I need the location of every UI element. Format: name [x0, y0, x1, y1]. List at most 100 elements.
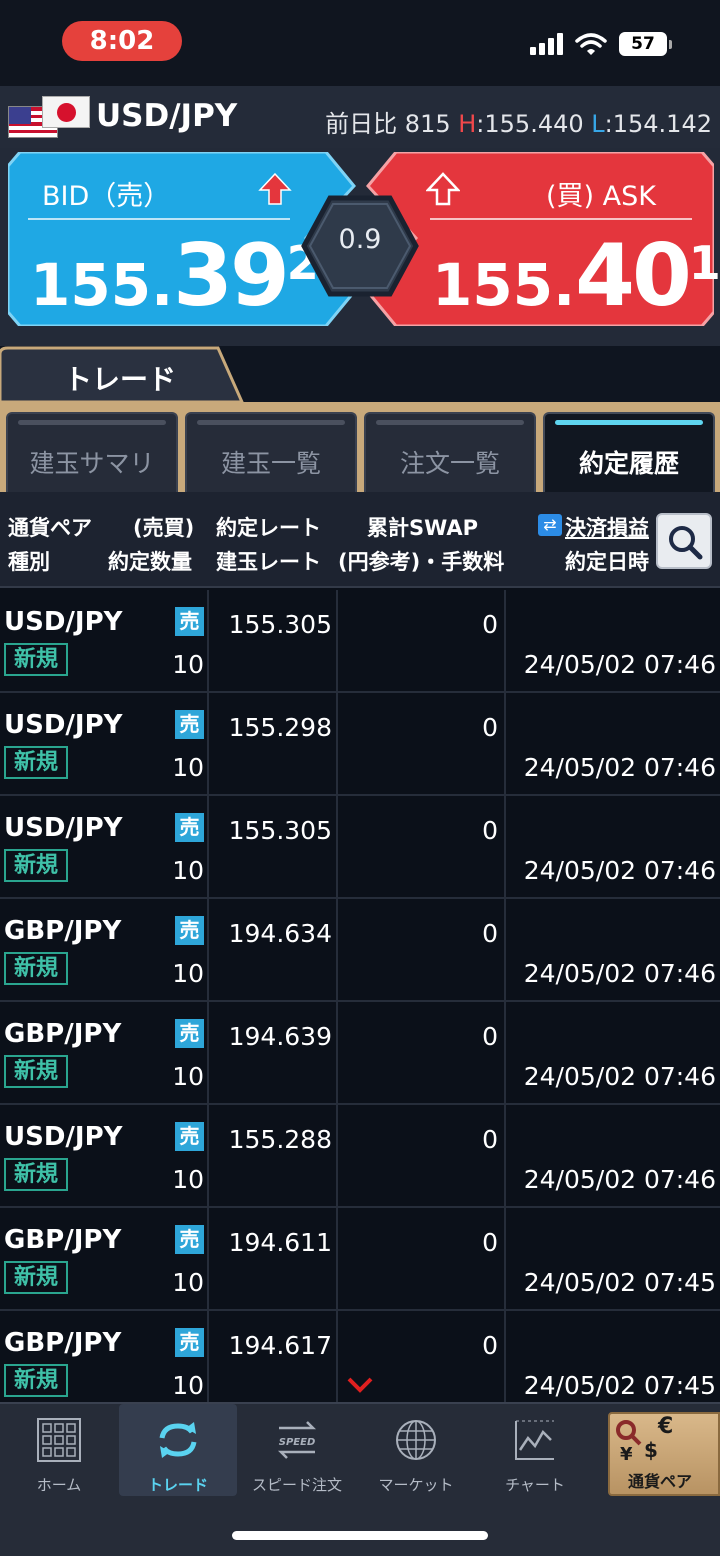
quote-area: BID（売） 155.392 (買) ASK 155.401 0.9: [0, 148, 720, 346]
table-row[interactable]: GBP/JPY 売 新規 10 194.639 0 24/05/02 07:46: [0, 1002, 720, 1105]
col-side: (売買): [133, 516, 195, 540]
trade-tab-bar: トレード: [0, 346, 720, 402]
wifi-icon: [575, 33, 607, 55]
bid-up-arrow-icon: [258, 172, 292, 205]
cell-swap: 0: [482, 1125, 498, 1154]
cell-pair: USD/JPY: [4, 710, 123, 740]
cell-datetime: 24/05/02 07:46: [523, 1062, 716, 1091]
tab-execution-history[interactable]: 約定履歴: [543, 412, 715, 492]
side-badge: 売: [175, 813, 204, 842]
nav-trade[interactable]: トレード: [119, 1404, 237, 1496]
spread-value: 0.9: [338, 224, 382, 255]
table-row[interactable]: GBP/JPY 売 新規 10 194.611 0 24/05/02 07:45: [0, 1208, 720, 1311]
cell-rate: 155.288: [228, 1125, 332, 1154]
cell-qty: 10: [172, 1371, 204, 1400]
nav-market[interactable]: マーケット: [357, 1404, 475, 1496]
euro-icon: €: [658, 1414, 674, 1439]
col-date: 約定日時: [565, 550, 649, 574]
prev-label: 前日比: [325, 110, 398, 138]
cell-qty: 10: [172, 1062, 204, 1091]
dollar-icon: $: [644, 1438, 658, 1462]
pair-header[interactable]: USD/JPY 前日比 815 H:155.440 L:154.142: [0, 86, 720, 148]
col-type: 種別: [8, 550, 50, 574]
side-badge: 売: [175, 607, 204, 636]
bid-price-main: 155.: [30, 251, 174, 319]
search-button[interactable]: [656, 513, 712, 569]
cell-qty: 10: [172, 856, 204, 885]
battery-tip: [669, 39, 672, 49]
pair-title: USD/JPY: [96, 98, 238, 134]
table-row[interactable]: USD/JPY 売 新規 10 155.305 0 24/05/02 07:46: [0, 590, 720, 693]
col-pair: 通貨ペア: [8, 516, 92, 540]
type-badge: 新規: [4, 1055, 68, 1088]
cell-rate: 155.298: [228, 713, 332, 742]
cell-pair: GBP/JPY: [4, 1328, 122, 1358]
table-row[interactable]: GBP/JPY 売 新規 10 194.634 0 24/05/02 07:46: [0, 899, 720, 1002]
col-swap: 累計SWAP: [367, 516, 478, 540]
status-icons: 57: [530, 32, 672, 56]
cell-rate: 194.634: [228, 919, 332, 948]
ask-price: 155.401: [432, 226, 720, 326]
ask-up-arrow-icon: [426, 172, 460, 206]
nav-chart[interactable]: チャート: [476, 1404, 594, 1496]
cell-qty: 10: [172, 753, 204, 782]
side-badge: 売: [175, 1019, 204, 1048]
ask-price-main: 155.: [432, 251, 576, 319]
battery-level: 57: [631, 34, 655, 54]
side-badge: 売: [175, 1122, 204, 1151]
ask-label: (買) ASK: [546, 181, 656, 212]
tab-position-list[interactable]: 建玉一覧: [185, 412, 357, 492]
pair-stats: 前日比 815 H:155.440 L:154.142: [325, 104, 712, 139]
home-indicator: [232, 1531, 488, 1540]
tab-trade[interactable]: トレード: [0, 346, 244, 402]
search-icon: [669, 526, 703, 560]
trade-arrows-icon: [159, 1422, 197, 1458]
cell-rate: 194.611: [228, 1228, 332, 1257]
tab-trade-label: トレード: [63, 363, 176, 396]
nav-market-label: マーケット: [378, 1476, 454, 1494]
tab-label: 約定履歴: [578, 449, 679, 478]
col-settle-toggle[interactable]: 決済損益: [565, 512, 649, 542]
type-badge: 新規: [4, 952, 68, 985]
high-label: H: [458, 110, 477, 138]
column-header: 通貨ペア 種別 (売買) 約定数量 約定レート 建玉レート 累計SWAP (円参…: [0, 492, 720, 588]
table-row[interactable]: USD/JPY 売 新規 10 155.298 0 24/05/02 07:46: [0, 693, 720, 796]
col-qty: 約定数量: [108, 550, 192, 574]
cell-rate: 194.617: [228, 1331, 332, 1360]
cell-datetime: 24/05/02 07:46: [523, 1165, 716, 1194]
cell-pair: USD/JPY: [4, 607, 123, 637]
currency-pair-label: 通貨ペア: [628, 1472, 693, 1491]
tab-order-list[interactable]: 注文一覧: [364, 412, 536, 492]
type-badge: 新規: [4, 1364, 68, 1397]
nav-speed-order[interactable]: SPEED スピード注文: [238, 1404, 356, 1496]
side-badge: 売: [175, 710, 204, 739]
ask-divider: [430, 218, 692, 220]
status-time: 8:02: [62, 21, 182, 61]
cell-pair: GBP/JPY: [4, 1019, 122, 1049]
bid-price-pips: 39: [173, 226, 290, 326]
speed-order-icon: SPEED: [277, 1421, 317, 1459]
tab-label: 建玉サマリ: [29, 449, 155, 478]
tab-label: 注文一覧: [399, 449, 500, 478]
execution-history-table[interactable]: USD/JPY 売 新規 10 155.305 0 24/05/02 07:46…: [0, 590, 720, 1402]
type-badge: 新規: [4, 849, 68, 882]
col-rate: 約定レート: [216, 516, 321, 540]
tab-position-summary[interactable]: 建玉サマリ: [6, 412, 178, 492]
currency-pair-button[interactable]: € $ ¥ 通貨ペア: [608, 1412, 720, 1496]
chart-icon: [515, 1420, 554, 1460]
prev-value: 815: [404, 110, 451, 138]
table-row[interactable]: USD/JPY 売 新規 10 155.305 0 24/05/02 07:46: [0, 796, 720, 899]
side-badge: 売: [175, 916, 204, 945]
toggle-swap-icon[interactable]: ⇄: [538, 514, 562, 536]
high-value: :155.440: [476, 110, 584, 138]
cell-swap: 0: [482, 1022, 498, 1051]
cell-swap: 0: [482, 1331, 498, 1360]
yen-icon: ¥: [620, 1444, 633, 1465]
scroll-down-chevron-icon[interactable]: [346, 1376, 374, 1394]
col-open-rate: 建玉レート: [216, 550, 321, 574]
type-badge: 新規: [4, 643, 68, 676]
table-row[interactable]: USD/JPY 売 新規 10 155.288 0 24/05/02 07:46: [0, 1105, 720, 1208]
cell-qty: 10: [172, 959, 204, 988]
cell-datetime: 24/05/02 07:45: [523, 1371, 716, 1400]
nav-home[interactable]: ホーム: [0, 1404, 118, 1496]
